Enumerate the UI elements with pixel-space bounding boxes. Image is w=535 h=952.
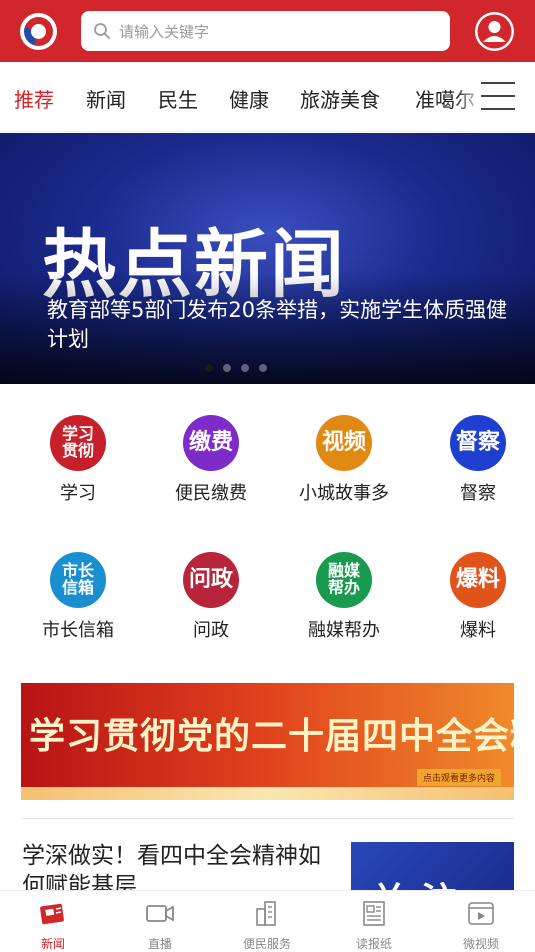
search-icon: [94, 23, 110, 39]
service-inquiry[interactable]: 问政 问政: [151, 552, 271, 642]
service-inspection[interactable]: 督察 督察: [418, 415, 535, 505]
newspaper-icon: [363, 901, 385, 926]
service-label: 学习: [60, 483, 96, 504]
video-icon: 视频: [316, 415, 372, 471]
service-label: 问政: [193, 620, 229, 641]
service-payment[interactable]: 缴费 便民缴费: [151, 415, 271, 505]
app-logo[interactable]: [20, 13, 57, 50]
carousel-dot[interactable]: [241, 364, 249, 372]
promo-title: 学习贯彻党的二十届四中全会精神: [29, 716, 514, 757]
nav-label: 直播: [147, 937, 172, 951]
search-bar[interactable]: 请输入关键字: [81, 11, 450, 51]
city-service-icon: [256, 901, 276, 926]
payment-icon: 缴费: [183, 415, 239, 471]
nav-label: 微视频: [462, 937, 499, 951]
tab-news[interactable]: 新闻: [86, 84, 126, 113]
service-label: 市长信箱: [42, 620, 114, 641]
promo-ribbon: [21, 787, 514, 800]
divider: [21, 818, 514, 819]
study-icon: 学习 贯彻: [50, 415, 106, 471]
logo-mark-icon: [24, 17, 53, 46]
nav-label: 便民服务: [242, 937, 291, 951]
nav-live[interactable]: 直播: [120, 899, 200, 952]
service-video[interactable]: 视频 小城故事多: [284, 415, 404, 505]
service-mailbox[interactable]: 市长 信箱 市长信箱: [18, 552, 138, 642]
nav-newspaper[interactable]: 读报纸: [334, 899, 414, 952]
inspection-icon: 督察: [450, 415, 506, 471]
tipoff-icon: 爆料: [450, 552, 506, 608]
app-header: 请输入关键字: [0, 0, 535, 62]
service-label: 便民缴费: [175, 483, 247, 504]
service-label: 小城故事多: [299, 483, 389, 504]
search-input[interactable]: 请输入关键字: [119, 21, 209, 42]
nav-label: 读报纸: [355, 937, 392, 951]
news-icon: [40, 903, 64, 925]
menu-icon[interactable]: [481, 82, 517, 112]
carousel-dot[interactable]: [259, 364, 267, 372]
promo-link[interactable]: 点击观看更多内容: [417, 769, 502, 786]
banner-caption: 教育部等5部门发布20条举措，实施学生体质强健计划: [47, 298, 508, 351]
carousel-dot[interactable]: [223, 364, 231, 372]
bottom-nav: 新闻 直播 便民服务 读报纸 微视频: [0, 890, 535, 951]
service-label: 爆料: [460, 620, 496, 641]
media-help-icon: 融媒 帮办: [316, 552, 372, 608]
category-tabs: 推荐 新闻 民生 健康 旅游美食 准噶尔: [0, 62, 535, 132]
tab-travel-food[interactable]: 旅游美食: [300, 84, 380, 113]
promo-banner[interactable]: 学习贯彻党的二十届四中全会精神 点击观看更多内容: [21, 683, 514, 800]
live-icon: [146, 905, 174, 922]
service-label: 督察: [460, 483, 496, 504]
hero-banner[interactable]: 热点新闻 教育部等5部门发布20条举措，实施学生体质强健计划: [0, 133, 535, 384]
user-avatar[interactable]: [475, 12, 514, 51]
carousel-dots: [205, 364, 267, 372]
nav-news[interactable]: 新闻: [13, 899, 93, 952]
inquiry-icon: 问政: [183, 552, 239, 608]
mailbox-icon: 市长 信箱: [50, 552, 106, 608]
service-tipoff[interactable]: 爆料 爆料: [418, 552, 535, 642]
tab-livelihood[interactable]: 民生: [158, 84, 198, 113]
service-media-help[interactable]: 融媒 帮办 融媒帮办: [284, 552, 404, 642]
service-label: 融媒帮办: [308, 620, 380, 641]
user-icon: [477, 14, 512, 49]
tab-health[interactable]: 健康: [229, 84, 269, 113]
carousel-dot[interactable]: [205, 364, 213, 372]
nav-micro-video[interactable]: 微视频: [441, 899, 521, 952]
tab-recommend[interactable]: 推荐: [14, 84, 54, 113]
service-study[interactable]: 学习 贯彻 学习: [18, 415, 138, 505]
micro-video-icon: [468, 902, 494, 925]
nav-label: 新闻: [40, 937, 65, 951]
nav-city-service[interactable]: 便民服务: [227, 899, 307, 952]
